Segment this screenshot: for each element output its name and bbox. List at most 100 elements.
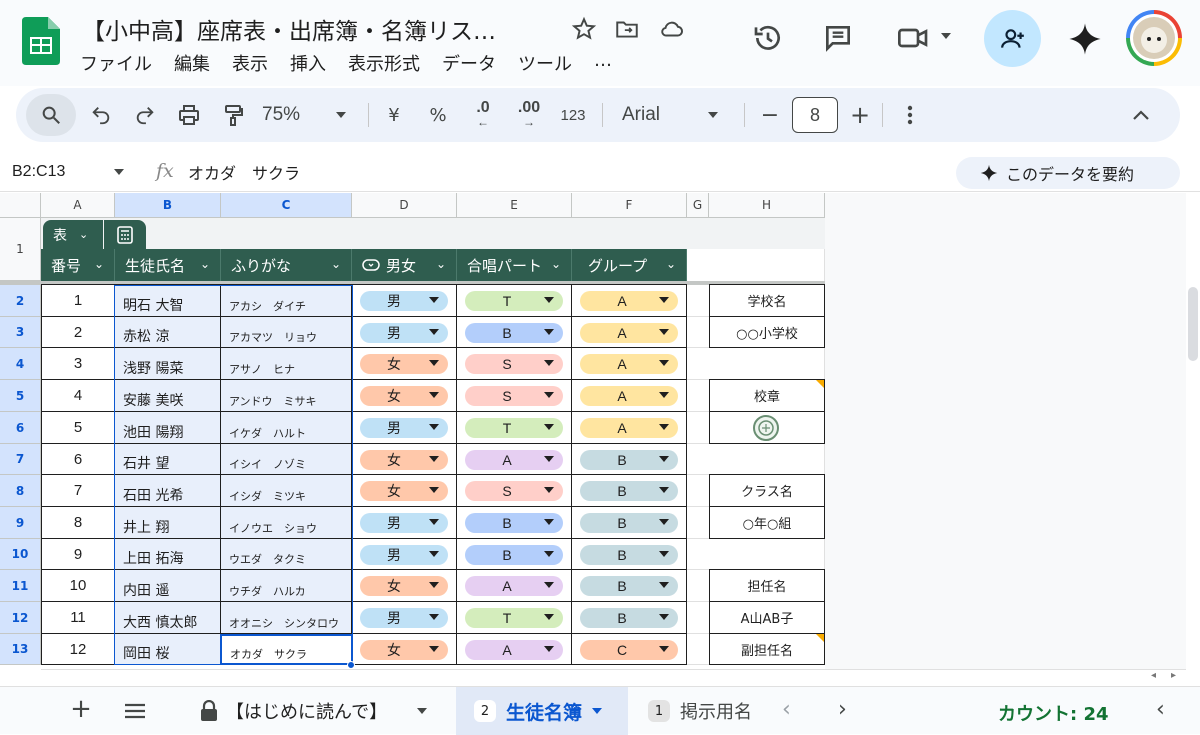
- table-chip[interactable]: 表 ⌄: [43, 220, 103, 249]
- star-icon[interactable]: [571, 16, 597, 42]
- cell-gender[interactable]: 男: [352, 412, 457, 444]
- cell-student-name[interactable]: 上田 拓海: [115, 539, 221, 570]
- cell-number[interactable]: 3: [41, 348, 115, 380]
- row-header[interactable]: 13: [0, 634, 41, 665]
- cell-choir-part[interactable]: S: [457, 380, 572, 412]
- table-calculator-button[interactable]: [104, 220, 146, 249]
- font-family-select[interactable]: Arial: [622, 88, 732, 142]
- column-header-a[interactable]: A: [41, 193, 115, 218]
- scroll-right-icon[interactable]: ▸: [1171, 670, 1176, 681]
- fill-handle[interactable]: [347, 661, 355, 669]
- cell-furigana[interactable]: イシダ ミツキ: [221, 475, 352, 507]
- collapse-toolbar-button[interactable]: [1126, 88, 1156, 142]
- cell-group[interactable]: B: [572, 602, 687, 634]
- cell-number[interactable]: 6: [41, 444, 115, 475]
- row-header[interactable]: 5: [0, 380, 41, 412]
- group-chip[interactable]: A: [580, 386, 678, 406]
- redo-button[interactable]: [130, 88, 160, 142]
- gender-chip[interactable]: 女: [360, 386, 448, 406]
- share-button[interactable]: [984, 10, 1041, 67]
- gender-chip[interactable]: 男: [360, 513, 448, 533]
- all-sheets-menu-icon[interactable]: [124, 703, 146, 719]
- paint-format-button[interactable]: [218, 88, 248, 142]
- cell-choir-part[interactable]: B: [457, 507, 572, 539]
- row-header-1[interactable]: 1: [0, 218, 41, 281]
- cell-choir-part[interactable]: T: [457, 412, 572, 444]
- cell-g[interactable]: [687, 444, 709, 475]
- row-header[interactable]: 11: [0, 570, 41, 602]
- move-folder-icon[interactable]: [614, 16, 640, 42]
- cell-student-name[interactable]: 内田 遥: [115, 570, 221, 602]
- cell-number[interactable]: 7: [41, 475, 115, 507]
- cell-choir-part[interactable]: S: [457, 348, 572, 380]
- sheet-tab-intro[interactable]: 【はじめに読んで】: [192, 687, 446, 735]
- group-chip[interactable]: A: [580, 291, 678, 311]
- scroll-left-icon[interactable]: ◂: [1151, 670, 1156, 681]
- increase-decimal-button[interactable]: .00 →: [512, 88, 546, 142]
- cell-number[interactable]: 9: [41, 539, 115, 570]
- group-chip[interactable]: B: [580, 608, 678, 628]
- cell-group[interactable]: B: [572, 507, 687, 539]
- group-chip[interactable]: B: [580, 513, 678, 533]
- avatar[interactable]: [1126, 10, 1182, 66]
- cell-furigana[interactable]: イケダ ハルト: [221, 412, 352, 444]
- group-chip[interactable]: A: [580, 354, 678, 374]
- gender-chip[interactable]: 男: [360, 418, 448, 438]
- row-header[interactable]: 9: [0, 507, 41, 539]
- cloud-saved-icon[interactable]: [658, 16, 686, 42]
- cell-g[interactable]: [687, 634, 709, 665]
- sheet-tab-board[interactable]: 1 掲示用名: [640, 687, 762, 735]
- document-title[interactable]: 【小中高】座席表・出席簿・名簿リス…: [82, 12, 496, 46]
- cell-furigana[interactable]: アカマツ リョウ: [221, 317, 352, 348]
- part-chip[interactable]: S: [465, 386, 563, 406]
- font-size-decrease-button[interactable]: −: [758, 88, 782, 142]
- cell-student-name[interactable]: 石田 光希: [115, 475, 221, 507]
- cell-gender[interactable]: 男: [352, 317, 457, 348]
- add-sheet-button[interactable]: +: [68, 696, 94, 723]
- part-chip[interactable]: B: [465, 545, 563, 565]
- cell-number[interactable]: 4: [41, 380, 115, 412]
- part-chip[interactable]: S: [465, 354, 563, 374]
- cell-group[interactable]: B: [572, 539, 687, 570]
- meet-video-icon[interactable]: [896, 22, 932, 54]
- row-header[interactable]: 6: [0, 412, 41, 444]
- cell-choir-part[interactable]: A: [457, 444, 572, 475]
- currency-format-button[interactable]: ¥: [382, 88, 406, 142]
- cell-student-name[interactable]: 石井 望: [115, 444, 221, 475]
- cell-gender[interactable]: 男: [352, 507, 457, 539]
- cell-group[interactable]: A: [572, 412, 687, 444]
- group-chip[interactable]: A: [580, 323, 678, 343]
- cell-group[interactable]: B: [572, 475, 687, 507]
- menu-format[interactable]: 表示形式: [348, 50, 420, 76]
- zoom-select[interactable]: 75%: [262, 88, 358, 142]
- cell-number[interactable]: 11: [41, 602, 115, 634]
- table-header-part[interactable]: 合唱パート ⌄: [457, 249, 572, 281]
- cell-choir-part[interactable]: B: [457, 539, 572, 570]
- column-header-g[interactable]: G: [687, 193, 709, 218]
- gender-chip[interactable]: 女: [360, 450, 448, 470]
- search-menus-button[interactable]: [26, 94, 76, 136]
- cell-g[interactable]: [687, 348, 709, 380]
- cell-furigana[interactable]: イノウエ ショウ: [221, 507, 352, 539]
- cell-h[interactable]: 校章: [709, 380, 825, 412]
- row-header[interactable]: 10: [0, 539, 41, 570]
- font-size-input[interactable]: 8: [792, 97, 838, 133]
- more-formats-button[interactable]: 123: [558, 88, 588, 142]
- cell-group[interactable]: C: [572, 634, 687, 665]
- status-count[interactable]: カウント: 24: [998, 700, 1109, 726]
- undo-button[interactable]: [86, 88, 116, 142]
- menu-view[interactable]: 表示: [232, 50, 268, 76]
- part-chip[interactable]: T: [465, 418, 563, 438]
- cell-h[interactable]: クラス名: [709, 475, 825, 507]
- column-header-c[interactable]: C: [221, 193, 352, 218]
- cell-h[interactable]: [709, 348, 825, 380]
- cell-furigana[interactable]: ウエダ タクミ: [221, 539, 352, 570]
- part-chip[interactable]: S: [465, 481, 563, 501]
- column-header-d[interactable]: D: [352, 193, 457, 218]
- group-chip[interactable]: B: [580, 576, 678, 596]
- cell-g[interactable]: [687, 602, 709, 634]
- part-chip[interactable]: B: [465, 323, 563, 343]
- scroll-tabs-right-icon[interactable]: ›: [838, 697, 847, 722]
- gender-chip[interactable]: 男: [360, 323, 448, 343]
- cell-h[interactable]: ○○小学校: [709, 317, 825, 348]
